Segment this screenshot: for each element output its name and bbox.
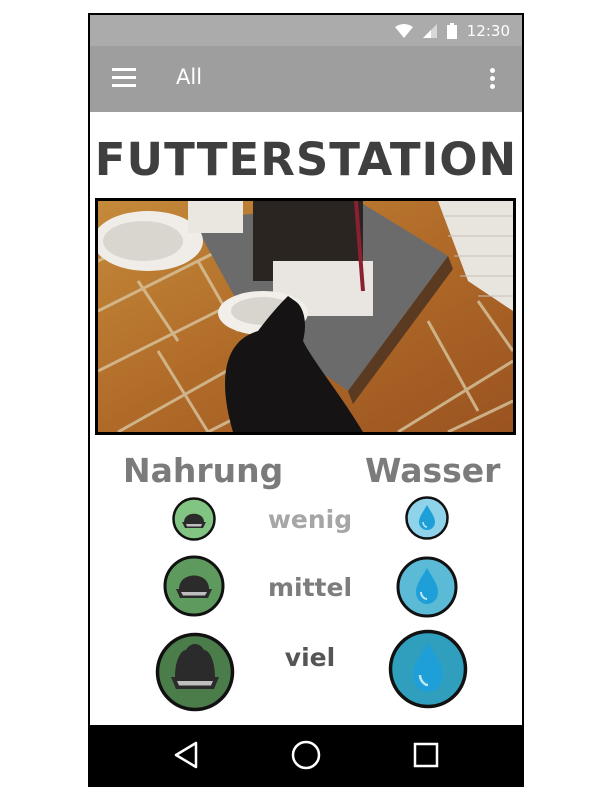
food-low-button[interactable] [172, 497, 216, 541]
signal-icon [422, 23, 437, 38]
food-bowl-icon [172, 497, 216, 541]
water-medium-button[interactable] [396, 556, 458, 618]
navigation-bar [90, 725, 522, 785]
app-bar: All [90, 46, 522, 112]
water-drop-icon [388, 629, 468, 709]
food-bowl-icon [163, 555, 225, 617]
menu-button[interactable] [112, 68, 136, 90]
overflow-menu-button[interactable] [488, 68, 496, 92]
recents-square-icon [413, 742, 439, 768]
back-triangle-icon [174, 741, 198, 769]
status-time: 12:30 [466, 21, 510, 40]
status-bar: 12:30 [90, 15, 522, 46]
home-circle-icon [291, 740, 321, 770]
phone-frame: 12:30 All FUTTERSTATION Nahrung Wasser w… [88, 13, 524, 787]
page-title: FUTTERSTATION [94, 133, 518, 186]
food-bowl-icon [155, 632, 235, 712]
water-high-button[interactable] [388, 629, 468, 709]
food-column-header: Nahrung [123, 451, 284, 490]
food-high-button[interactable] [155, 632, 235, 712]
level-label-high: viel [284, 643, 336, 672]
back-button[interactable] [166, 735, 206, 775]
water-low-button[interactable] [405, 496, 449, 540]
home-button[interactable] [286, 735, 326, 775]
camera-feed-image [95, 198, 516, 435]
water-drop-icon [405, 496, 449, 540]
battery-icon [446, 22, 457, 39]
wifi-icon [394, 23, 413, 38]
water-column-header: Wasser [365, 451, 501, 490]
level-label-medium: mittel [267, 573, 353, 602]
recents-button[interactable] [406, 735, 446, 775]
hamburger-icon [112, 68, 136, 87]
more-vert-icon [488, 68, 496, 89]
app-bar-title: All [176, 65, 203, 89]
level-label-low: wenig [267, 505, 353, 534]
food-medium-button[interactable] [163, 555, 225, 617]
water-drop-icon [396, 556, 458, 618]
